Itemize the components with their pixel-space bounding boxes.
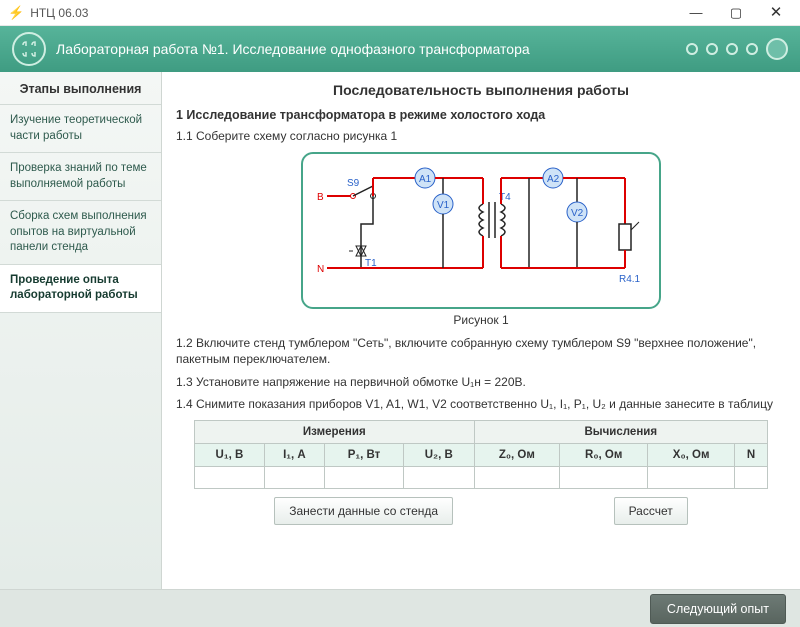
minimize-button[interactable]: ― xyxy=(676,0,716,26)
sidebar-item-label: Проверка знаний по теме выполняемой рабо… xyxy=(10,162,147,190)
app-header: Лабораторная работа №1. Исследование одн… xyxy=(0,26,800,72)
step-dot-3[interactable] xyxy=(726,43,738,55)
lab-title: Лабораторная работа №1. Исследование одн… xyxy=(56,41,530,57)
cell-r0[interactable] xyxy=(560,466,648,488)
step-1-2: 1.2 Включите стенд тумблером "Сеть", вкл… xyxy=(176,335,786,367)
cell-n[interactable] xyxy=(735,466,768,488)
load-data-button[interactable]: Занести данные со стенда xyxy=(274,497,453,525)
button-label: Занести данные со стенда xyxy=(289,504,438,518)
step-indicator xyxy=(686,38,788,60)
close-button[interactable]: ✕ xyxy=(756,0,796,26)
svg-text:R4.1: R4.1 xyxy=(619,274,641,285)
col-u2: U₂, В xyxy=(404,443,475,466)
logo-icon xyxy=(12,32,46,66)
button-label: Следующий опыт xyxy=(667,602,769,616)
figure-caption: Рисунок 1 xyxy=(301,313,661,327)
cell-z0[interactable] xyxy=(474,466,560,488)
sidebar-item-assembly[interactable]: Сборка схем выполнения опытов на виртуал… xyxy=(0,200,161,265)
svg-text:A2: A2 xyxy=(547,174,560,185)
col-i1: I₁, А xyxy=(264,443,324,466)
page-title: Последовательность выполнения работы xyxy=(176,82,786,98)
col-p1: P₁, Вт xyxy=(324,443,403,466)
circuit-figure: B N S9 T1 xyxy=(301,152,661,327)
cell-i1[interactable] xyxy=(264,466,324,488)
svg-text:S9: S9 xyxy=(347,178,360,189)
step-1-4: 1.4 Снимите показания приборов V1, A1, W… xyxy=(176,396,786,412)
group-measurements: Измерения xyxy=(195,420,475,443)
group-calculations: Вычисления xyxy=(474,420,767,443)
footer-bar: Следующий опыт xyxy=(0,589,800,627)
svg-text:V2: V2 xyxy=(571,208,584,219)
next-experiment-button[interactable]: Следующий опыт xyxy=(650,594,786,624)
col-n: N xyxy=(735,443,768,466)
sidebar-item-label: Изучение теоретической части работы xyxy=(10,114,142,142)
sidebar-item-experiment[interactable]: Проведение опыта лабораторной работы xyxy=(0,264,161,313)
step-dot-current[interactable] xyxy=(766,38,788,60)
main-content: Последовательность выполнения работы 1 И… xyxy=(162,72,800,589)
sidebar-item-label: Проведение опыта лабораторной работы xyxy=(10,274,138,302)
sidebar-header: Этапы выполнения xyxy=(0,72,161,104)
circuit-diagram: B N S9 T1 xyxy=(313,164,649,294)
window-title: НТЦ 06.03 xyxy=(30,6,88,20)
sidebar-item-label: Сборка схем выполнения опытов на виртуал… xyxy=(10,210,147,253)
maximize-button[interactable]: ▢ xyxy=(716,0,756,26)
step-dot-4[interactable] xyxy=(746,43,758,55)
step-1-3: 1.3 Установите напряжение на первичной о… xyxy=(176,374,786,390)
cell-p1[interactable] xyxy=(324,466,403,488)
section-heading: 1 Исследование трансформатора в режиме х… xyxy=(176,108,786,122)
button-label: Рассчет xyxy=(629,504,673,518)
step-1-1: 1.1 Соберите схему согласно рисунка 1 xyxy=(176,128,786,144)
cell-x0[interactable] xyxy=(648,466,735,488)
step-dot-1[interactable] xyxy=(686,43,698,55)
svg-text:A1: A1 xyxy=(419,174,432,185)
data-table: Измерения Вычисления U₁, В I₁, А P₁, Вт … xyxy=(194,420,768,489)
col-r0: R₀, Ом xyxy=(560,443,648,466)
sidebar: Этапы выполнения Изучение теоретической … xyxy=(0,72,162,589)
col-z0: Z₀, Ом xyxy=(474,443,560,466)
svg-text:V1: V1 xyxy=(437,200,450,211)
window-titlebar: ⚡ НТЦ 06.03 ― ▢ ✕ xyxy=(0,0,800,26)
cell-u2[interactable] xyxy=(404,466,475,488)
col-u1: U₁, В xyxy=(195,443,265,466)
app-icon: ⚡ xyxy=(8,5,24,21)
sidebar-item-theory[interactable]: Изучение теоретической части работы xyxy=(0,104,161,153)
col-x0: X₀, Ом xyxy=(648,443,735,466)
calculate-button[interactable]: Рассчет xyxy=(614,497,688,525)
svg-text:B: B xyxy=(317,192,324,203)
sidebar-item-quiz[interactable]: Проверка знаний по теме выполняемой рабо… xyxy=(0,152,161,201)
svg-text:N: N xyxy=(317,264,324,275)
cell-u1[interactable] xyxy=(195,466,265,488)
table-row xyxy=(195,466,768,488)
step-dot-2[interactable] xyxy=(706,43,718,55)
